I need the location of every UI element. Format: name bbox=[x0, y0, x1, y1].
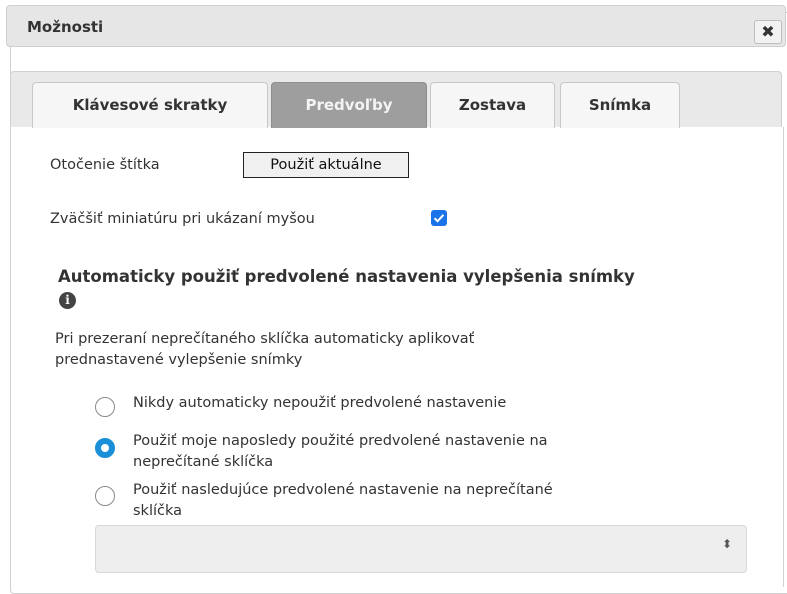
tab-preferences[interactable]: Predvoľby bbox=[271, 82, 427, 128]
radio-never-apply[interactable] bbox=[95, 397, 115, 417]
radio-last-used-label-line2: neprečítané sklíčka bbox=[133, 454, 274, 470]
auto-apply-heading: Automaticky použiť predvolené nastavenia… bbox=[58, 267, 635, 286]
dialog-titlebar: Možnosti bbox=[6, 5, 786, 47]
description-line-2: prednastavené vylepšenie snímky bbox=[55, 352, 303, 368]
tab-keyboard-shortcuts[interactable]: Klávesové skratky bbox=[32, 82, 268, 128]
apply-current-button[interactable]: Použiť aktuálne bbox=[243, 152, 409, 178]
radio-never-apply-label: Nikdy automaticky nepoužiť predvolené na… bbox=[133, 395, 507, 411]
magnify-thumbnail-checkbox[interactable] bbox=[431, 210, 447, 226]
description-line-1: Pri prezeraní neprečítaného sklíčka auto… bbox=[55, 331, 475, 347]
dialog-title: Možnosti bbox=[27, 18, 104, 36]
close-button[interactable]: ✖ bbox=[754, 20, 782, 44]
magnify-thumbnail-label: Zväčšiť miniatúru pri ukázaní myšou bbox=[50, 211, 315, 227]
check-icon bbox=[433, 214, 445, 223]
radio-following-preset-label-line1: Použiť nasledujúce predvolené nastavenie… bbox=[133, 482, 553, 498]
radio-last-used-label-line1: Použiť moje naposledy použité predvolené… bbox=[133, 433, 548, 449]
radio-following-preset-label-line2: sklíčka bbox=[133, 503, 183, 519]
radio-last-used[interactable] bbox=[95, 438, 115, 458]
select-arrows-icon: ⬍ bbox=[721, 537, 732, 551]
info-icon[interactable]: i bbox=[59, 292, 76, 309]
tab-report[interactable]: Zostava bbox=[430, 82, 555, 128]
radio-following-preset[interactable] bbox=[95, 486, 115, 506]
tab-image[interactable]: Snímka bbox=[560, 82, 680, 128]
label-rotation-label: Otočenie štítka bbox=[50, 157, 160, 173]
preset-select[interactable]: ⬍ bbox=[95, 525, 747, 573]
